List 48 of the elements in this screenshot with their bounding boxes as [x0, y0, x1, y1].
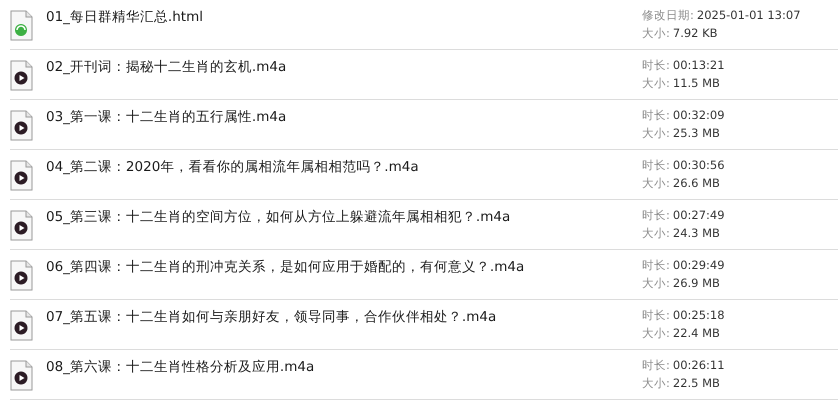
meta-value: 22.4 MB: [672, 326, 720, 341]
file-name[interactable]: 06_第四课：十二生肖的刑冲克关系，是如何应用于婚配的，有何意义？.m4a: [46, 250, 642, 276]
meta-label: 大小:: [642, 376, 670, 391]
meta-label: 时长:: [642, 308, 670, 323]
meta-value: 00:13:21: [672, 58, 725, 73]
file-name[interactable]: 05_第三课：十二生肖的空间方位，如何从方位上躲避流年属相相犯？.m4a: [46, 200, 642, 226]
media-file-icon: [10, 110, 33, 141]
media-file-icon: [10, 60, 33, 91]
file-name[interactable]: 01_每日群精华汇总.html: [46, 0, 642, 26]
meta-value: 00:26:11: [672, 358, 725, 373]
meta-label: 大小:: [642, 76, 670, 91]
media-file-icon: [10, 310, 33, 341]
file-name[interactable]: 08_第六课：十二生肖性格分析及应用.m4a: [46, 350, 642, 376]
meta-label: 大小:: [642, 276, 670, 291]
meta-label: 大小:: [642, 326, 670, 341]
meta-label: 修改日期:: [642, 8, 694, 23]
meta-label: 时长:: [642, 58, 670, 73]
media-file-icon: [10, 210, 33, 241]
meta-label: 时长:: [642, 158, 670, 173]
file-name[interactable]: 07_第五课：十二生肖如何与亲朋好友，领导同事，合作伙伴相处？.m4a: [46, 300, 642, 326]
meta-value: 00:29:49: [672, 258, 725, 273]
meta-label: 大小:: [642, 176, 670, 191]
meta-value: 7.92 KB: [672, 26, 718, 41]
meta-value: 00:32:09: [672, 108, 725, 123]
media-file-icon: [10, 160, 33, 191]
web-file-icon: [10, 10, 33, 41]
meta-label: 时长:: [642, 108, 670, 123]
meta-value: 00:27:49: [672, 208, 725, 223]
meta-value: 26.6 MB: [672, 176, 720, 191]
meta-value: 25.3 MB: [672, 126, 720, 141]
file-name[interactable]: 02_开刊词：揭秘十二生肖的玄机.m4a: [46, 50, 642, 76]
meta-value: 2025-01-01 13:07: [696, 8, 801, 23]
meta-label: 时长:: [642, 208, 670, 223]
meta-value: 00:25:18: [672, 308, 725, 323]
meta-value: 11.5 MB: [672, 76, 720, 91]
meta-value: 26.9 MB: [672, 276, 720, 291]
meta-label: 大小:: [642, 126, 670, 141]
file-name[interactable]: 04_第二课：2020年，看看你的属相流年属相相范吗？.m4a: [46, 150, 642, 176]
meta-value: 00:30:56: [672, 158, 725, 173]
media-file-icon: [10, 260, 33, 291]
meta-value: 22.5 MB: [672, 376, 720, 391]
meta-label: 大小:: [642, 226, 670, 241]
meta-label: 时长:: [642, 258, 670, 273]
meta-label: 时长:: [642, 358, 670, 373]
meta-value: 24.3 MB: [672, 226, 720, 241]
file-name[interactable]: 03_第一课：十二生肖的五行属性.m4a: [46, 100, 642, 126]
media-file-icon: [10, 360, 33, 391]
meta-label: 大小:: [642, 26, 670, 41]
